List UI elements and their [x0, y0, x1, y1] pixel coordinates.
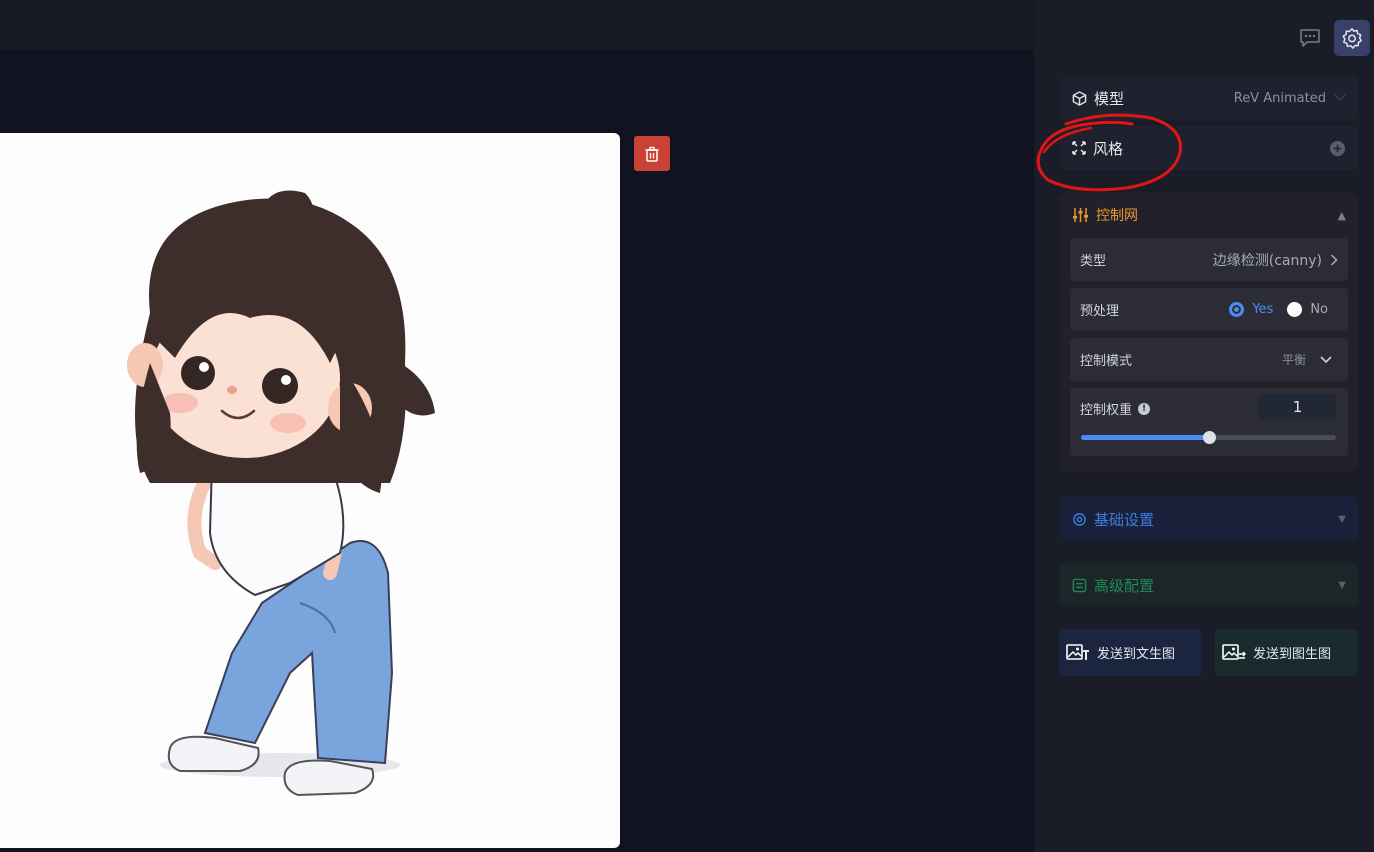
basic-settings-section[interactable]: 基础设置 ▼	[1060, 497, 1358, 541]
control-mode-value: 平衡	[1281, 353, 1306, 367]
slider-fill	[1081, 435, 1209, 440]
preprocess-no-label: No	[1310, 302, 1328, 317]
style-row[interactable]: 风格	[1060, 126, 1358, 170]
control-mode-label: 控制模式	[1080, 354, 1133, 369]
chevron-down-icon	[1320, 355, 1332, 363]
settings-button[interactable]	[1334, 20, 1370, 56]
slider-thumb[interactable]	[1202, 431, 1216, 444]
chat-icon	[1300, 29, 1320, 47]
preprocess-yes-radio[interactable]: Yes	[1229, 302, 1273, 317]
controlnet-header[interactable]: 控制网 ▲	[1060, 193, 1358, 237]
type-value: 边缘检测(canny)	[1212, 252, 1322, 269]
send-to-img2img-label: 发送到图生图	[1253, 647, 1332, 662]
control-mode-selector[interactable]: 控制模式 平衡	[1070, 338, 1348, 381]
chat-button[interactable]	[1292, 20, 1328, 56]
control-weight-label: 控制权重	[1080, 403, 1133, 418]
radio-checked-icon	[1229, 302, 1245, 317]
preprocess-label: 预处理	[1080, 304, 1120, 319]
chevron-up-icon: ▲	[1337, 208, 1346, 222]
control-weight-input[interactable]: 1	[1259, 394, 1336, 420]
config-icon	[1072, 578, 1087, 592]
chevron-down-icon	[1334, 94, 1346, 102]
advanced-settings-section[interactable]: 高级配置 ▼	[1060, 563, 1358, 607]
cube-icon	[1072, 90, 1087, 106]
gear-outline-icon	[1073, 512, 1086, 526]
model-selector[interactable]: 模型 ReV Animated	[1060, 76, 1358, 120]
image-arrow-icon	[1222, 643, 1246, 660]
style-label: 风格	[1093, 139, 1124, 158]
controlnet-type-selector[interactable]: 类型 边缘检测(canny)	[1070, 238, 1348, 281]
gear-icon	[1342, 28, 1362, 49]
send-to-img2img-button[interactable]: 发送到图生图	[1215, 629, 1358, 676]
control-weight-slider[interactable]	[1081, 431, 1336, 444]
model-value: ReV Animated	[1233, 90, 1326, 106]
chevron-down-icon: ▼	[1338, 579, 1346, 591]
basic-settings-label: 基础设置	[1094, 510, 1155, 529]
top-bar	[0, 0, 1034, 50]
preprocess-row: 预处理 Yes No	[1070, 288, 1348, 331]
info-icon[interactable]: !	[1138, 402, 1151, 415]
send-to-txt2img-button[interactable]: 发送到文生图	[1059, 629, 1202, 676]
preprocess-no-radio[interactable]: No	[1287, 302, 1328, 317]
sliders-icon	[1073, 208, 1088, 222]
trash-icon	[645, 146, 659, 162]
add-style-icon[interactable]	[1329, 140, 1346, 157]
chevron-right-icon	[1330, 253, 1338, 266]
control-weight-row: 控制权重 ! 1	[1070, 388, 1348, 456]
controlnet-title: 控制网	[1096, 208, 1138, 224]
image-text-icon	[1066, 643, 1089, 660]
image-canvas	[0, 133, 620, 848]
chevron-down-icon: ▼	[1338, 513, 1346, 525]
send-to-txt2img-label: 发送到文生图	[1097, 647, 1176, 662]
model-label: 模型	[1094, 89, 1125, 108]
advanced-settings-label: 高级配置	[1094, 576, 1155, 595]
preprocess-yes-label: Yes	[1252, 302, 1274, 317]
expand-icon	[1072, 141, 1086, 155]
radio-unchecked-icon	[1287, 302, 1303, 317]
controlnet-panel: 控制网 ▲ 类型 边缘检测(canny) 预处理 Yes No 控制模式 平衡	[1060, 193, 1358, 471]
delete-image-button[interactable]	[634, 136, 670, 171]
cartoon-girl-image	[127, 190, 435, 797]
type-label: 类型	[1080, 254, 1107, 269]
